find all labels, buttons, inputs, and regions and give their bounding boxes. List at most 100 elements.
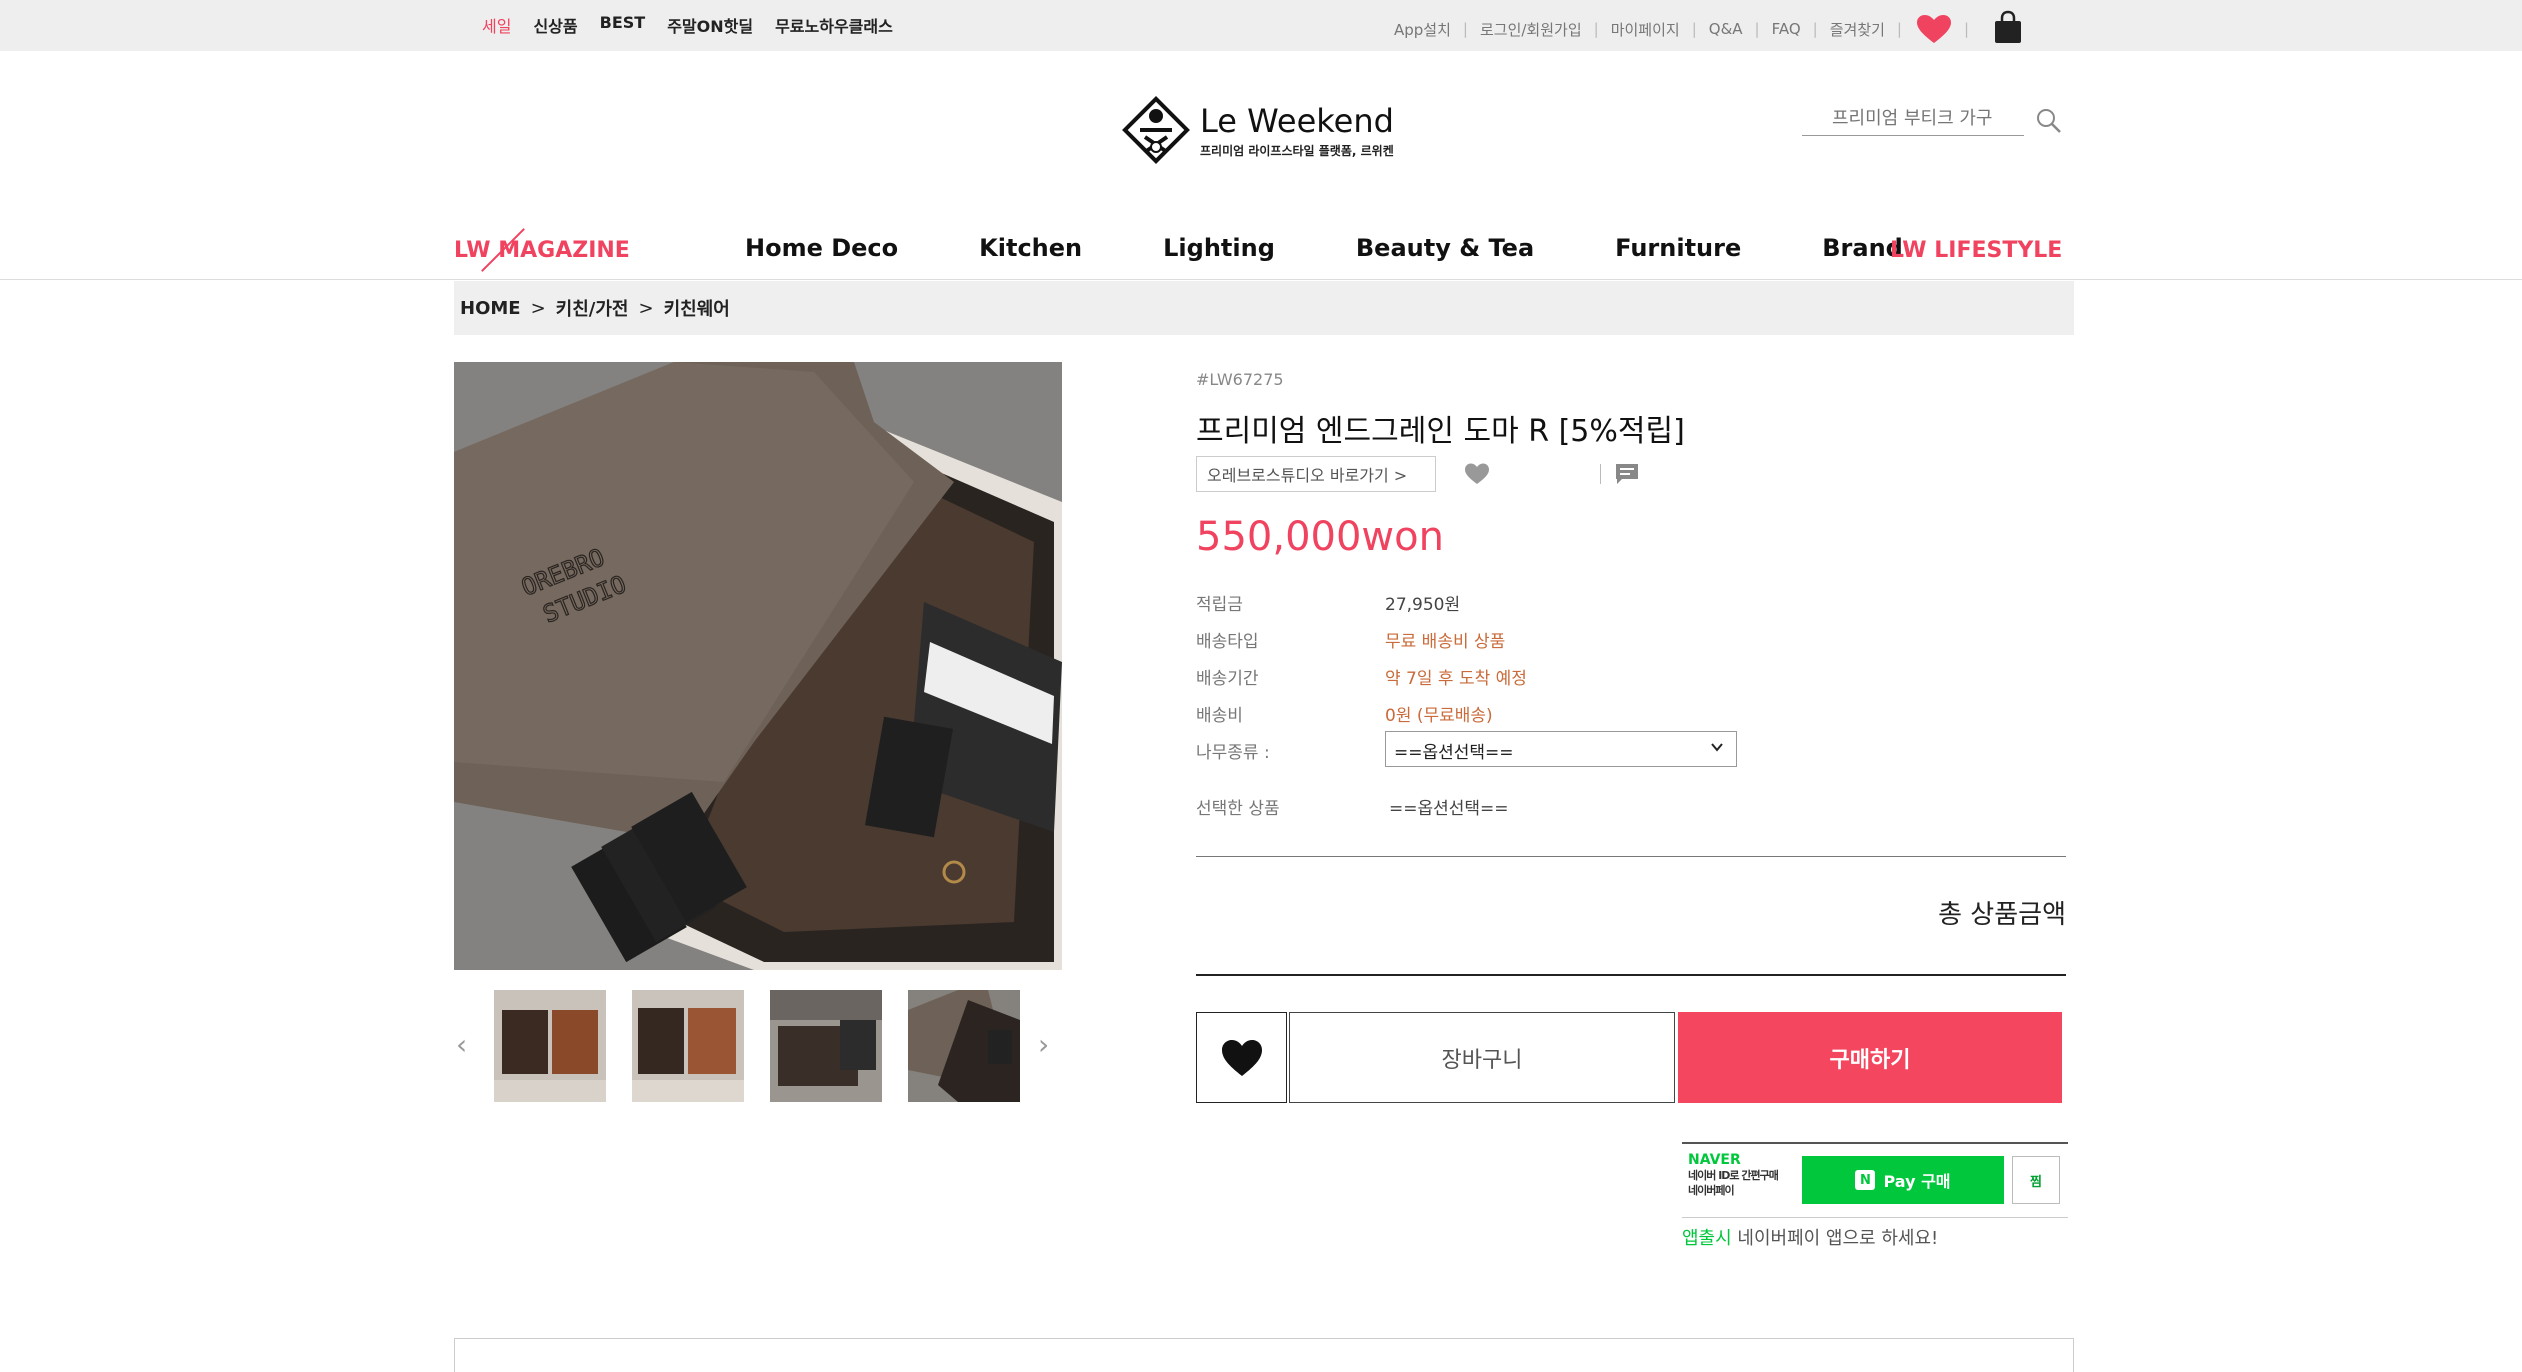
naver-pay-desc-2: 네이버페이 [1688,1184,1735,1197]
brand-shop-link[interactable]: 오레브로스튜디오 바로가기 > [1196,456,1436,492]
thumbnail-1[interactable] [494,990,606,1102]
detail-label: 배송비 [1196,706,1243,726]
total-price-label: 총 상품금액 [1938,900,2066,930]
shopping-bag-icon[interactable] [1993,10,2023,44]
detail-value: 무료 배송비 상품 [1385,632,1506,652]
util-bookmark[interactable]: 즐겨찾기 [1830,19,1885,40]
util-app-install[interactable]: App설치 [1394,19,1451,40]
select-value: ==옵션선택== [1394,743,1514,763]
product-sku: #LW67275 [1196,370,1284,389]
product-main-image[interactable]: OREBRO STUDIO [454,362,1062,970]
thumbnail-carousel: ‹ › [454,990,1062,1102]
divider: | [1462,20,1468,38]
product-title: 프리미엄 엔드그레인 도마 R [5%적립] [1196,414,1685,449]
naver-pay-desc-1: 네이버 ID로 간편구매 [1688,1169,1779,1182]
detail-label: 배송기간 [1196,669,1259,689]
util-nav: App설치 | 로그인/회원가입 | 마이페이지 | Q&A | FAQ | 즐… [1394,10,2522,44]
product-detail-section [454,1338,2074,1372]
naver-pay-buy-button[interactable]: N Pay 구매 [1802,1156,2004,1204]
top-link-best[interactable]: BEST [600,13,646,37]
logo-title: Le Weekend [1200,101,1394,140]
thumbnail-4[interactable] [908,990,1020,1102]
top-link-weekend-deal[interactable]: 주말ON핫딜 [667,13,753,37]
main-nav: LW MAGAZINE Home Deco Kitchen Lighting B… [0,224,2522,280]
top-links: 세일 신상품 BEST 주말ON핫딜 무료노하우클래스 [482,13,893,37]
selected-label: 선택한 상품 [1196,799,1280,819]
nav-lw-magazine[interactable]: LW MAGAZINE [454,228,630,272]
selected-value: ==옵션선택== [1389,799,1509,819]
naver-pay-buy-label: Pay 구매 [1883,1172,1951,1191]
nav-lw-magazine-label: LW MAGAZINE [454,238,630,263]
like-heart-icon[interactable] [1464,462,1490,486]
divider: | [1963,20,1970,38]
breadcrumb: HOME > 키친/가전 > 키친웨어 [454,281,2074,335]
util-mypage[interactable]: 마이페이지 [1611,19,1680,40]
detail-label: 배송타입 [1196,632,1259,652]
nav-kitchen[interactable]: Kitchen [979,234,1082,262]
thumbnail-1-image [494,990,606,1102]
detail-value: 0원 (무료배송) [1385,706,1493,726]
thumbnail-2[interactable] [632,990,744,1102]
thumb-prev-arrow-icon[interactable]: ‹ [456,1028,467,1061]
divider: | [1754,20,1760,38]
product-photo: OREBRO STUDIO [454,362,1062,970]
top-link-free-class[interactable]: 무료노하우클래스 [775,13,893,37]
nav-categories: Home Deco Kitchen Lighting Beauty & Tea … [745,234,1984,262]
logo-mark-icon [1122,96,1190,164]
nav-home-deco[interactable]: Home Deco [745,234,898,262]
thumbnail-4-image [908,990,1020,1102]
breadcrumb-separator: > [638,297,654,319]
naver-pay-note-text: 네이버페이 앱으로 하세요! [1731,1228,1939,1249]
chevron-down-icon [1711,743,1723,752]
nav-furniture[interactable]: Furniture [1615,234,1741,262]
divider: | [1896,20,1902,38]
wishlist-heart-icon[interactable] [1916,14,1952,44]
thumbnail-3[interactable] [770,990,882,1102]
divider [1196,974,2066,976]
product-price: 550,000won [1196,514,1444,560]
top-link-new[interactable]: 신상품 [533,13,577,37]
thumbnail-2-image [632,990,744,1102]
logo-text: Le Weekend 프리미엄 라이프스타일 플랫폼, 르위켄 [1200,102,1394,159]
util-login[interactable]: 로그인/회원가입 [1480,19,1582,40]
breadcrumb-kitchenware[interactable]: 키친웨어 [664,295,730,321]
util-faq[interactable]: FAQ [1772,20,1801,38]
search-input[interactable] [1802,104,2002,129]
naver-pay-note-highlight[interactable]: 앱출시 [1682,1228,1732,1249]
logo-subtitle: 프리미엄 라이프스타일 플랫폼, 르위켄 [1200,143,1394,158]
naver-pay-note: 앱출시 네이버페이 앱으로 하세요! [1682,1224,1938,1250]
util-qna[interactable]: Q&A [1709,20,1743,38]
top-link-sale[interactable]: 세일 [482,13,511,37]
breadcrumb-separator: > [530,297,546,319]
option-label: 나무종류 : [1196,743,1270,763]
divider: | [1812,20,1818,38]
search-box [1802,104,2024,136]
heart-icon [1221,1039,1262,1076]
detail-value: 27,950원 [1385,595,1461,615]
divider [1196,856,2066,857]
buy-now-button[interactable]: 구매하기 [1678,1012,2062,1103]
add-to-cart-button[interactable]: 장바구니 [1289,1012,1675,1103]
breadcrumb-kitchen-appliance[interactable]: 키친/가전 [556,295,629,321]
divider [1600,464,1601,484]
breadcrumb-home[interactable]: HOME [460,298,521,319]
thumbnail-3-image [770,990,882,1102]
review-comment-icon[interactable] [1614,462,1640,486]
thumb-next-arrow-icon[interactable]: › [1038,1028,1049,1061]
naver-zzim-button[interactable]: 찜 [2012,1156,2060,1204]
divider: | [1691,20,1697,38]
nav-beauty-tea[interactable]: Beauty & Tea [1356,234,1534,262]
top-utility-bar: 세일 신상품 BEST 주말ON핫딜 무료노하우클래스 App설치 | 로그인/… [0,0,2522,51]
nav-lw-lifestyle[interactable]: LW LIFESTYLE [1890,238,2062,263]
naver-pay-brand: NAVER 네이버 ID로 간편구매 네이버페이 [1688,1152,1779,1198]
wishlist-button[interactable] [1196,1012,1287,1103]
nav-lighting[interactable]: Lighting [1163,234,1275,262]
naver-logo: NAVER [1688,1152,1741,1168]
divider: | [1593,20,1599,38]
search-icon[interactable] [2036,108,2062,134]
site-logo[interactable]: Le Weekend 프리미엄 라이프스타일 플랫폼, 르위켄 [1118,92,1394,168]
naver-n-icon: N [1855,1170,1876,1190]
wood-type-select[interactable]: ==옵션선택== [1385,731,1737,767]
detail-value: 약 7일 후 도착 예정 [1385,669,1527,689]
naver-pay-box: NAVER 네이버 ID로 간편구매 네이버페이 N Pay 구매 찜 [1682,1142,2068,1218]
